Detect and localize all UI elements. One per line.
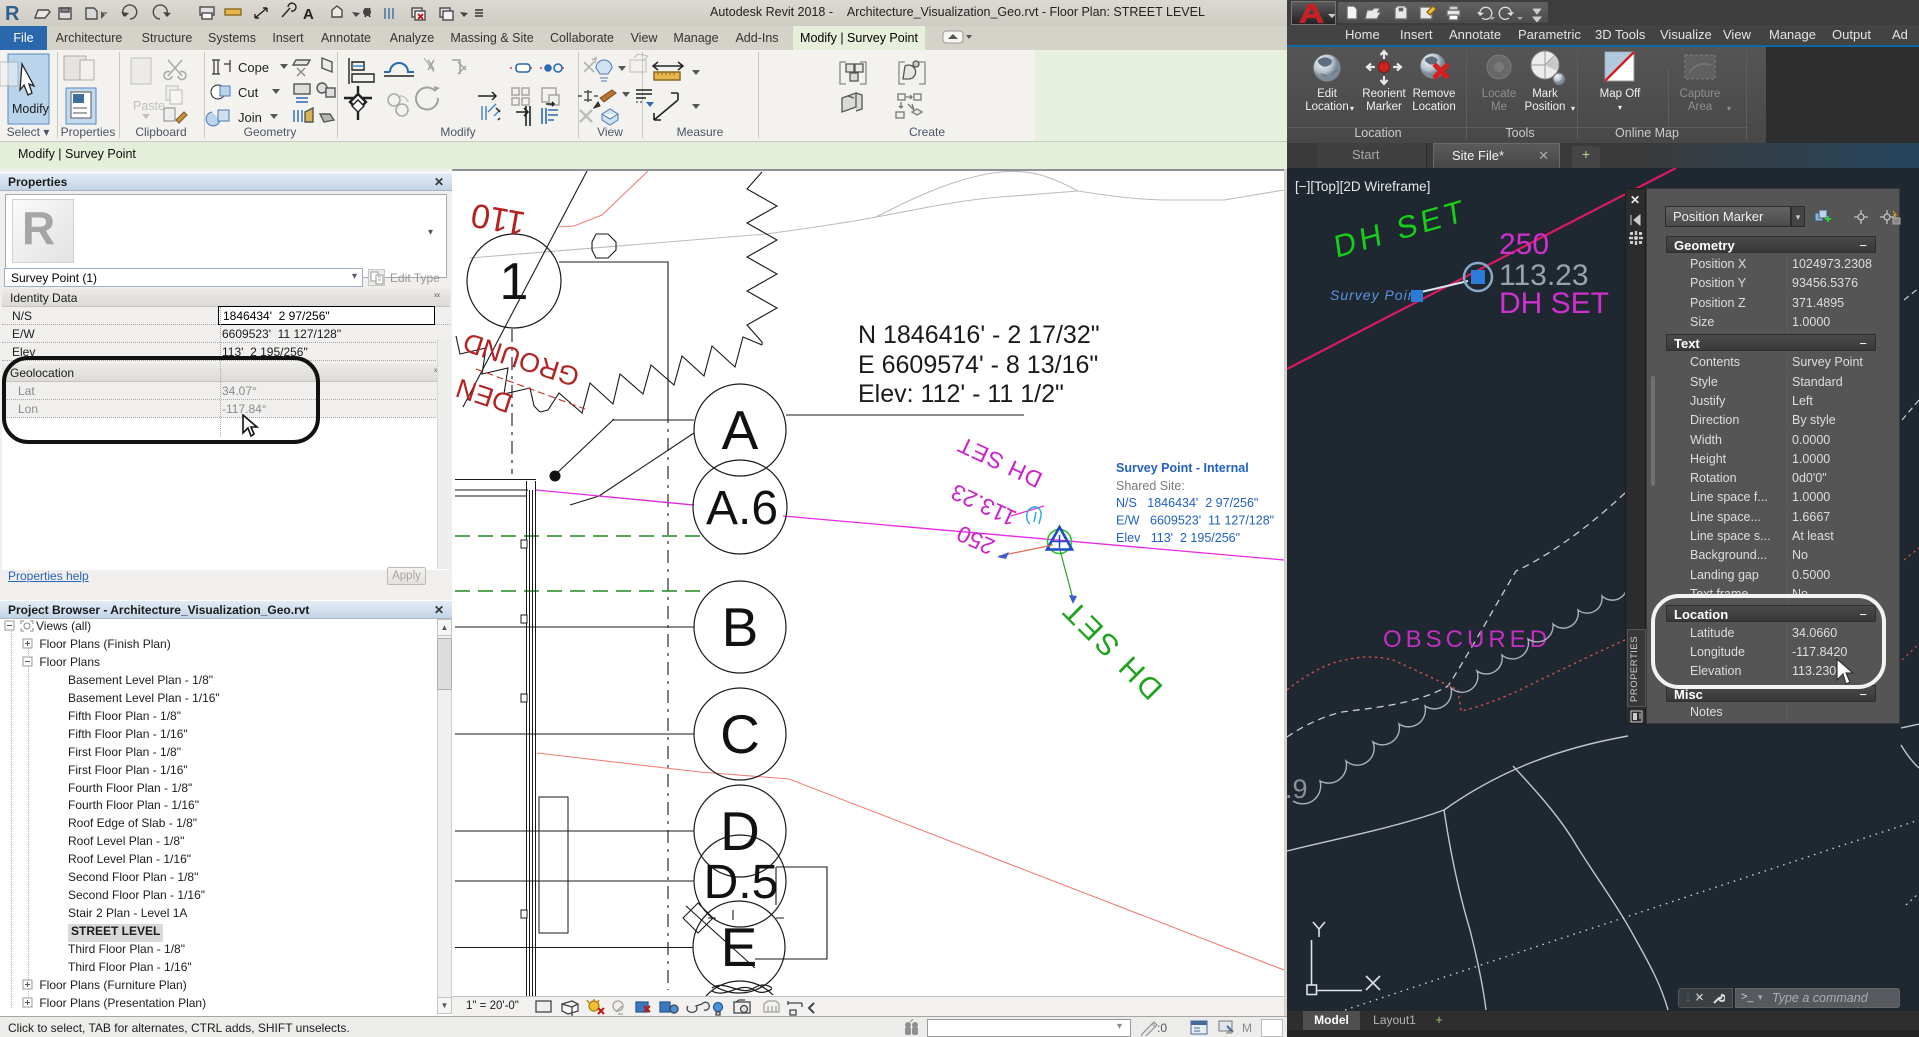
svg-text:D.5: D.5	[704, 856, 779, 909]
svg-text:Cut: Cut	[238, 85, 259, 100]
svg-text:C: C	[720, 703, 760, 765]
svg-text:Elev: 112' - 11 1/2": Elev: 112' - 11 1/2"	[858, 380, 1064, 408]
svg-text:R: R	[5, 3, 20, 25]
svg-text:DH SET: DH SET	[1499, 287, 1609, 320]
svg-text:Join: Join	[238, 110, 262, 125]
svg-text:Elev 113' 2 195/256": Elev 113' 2 195/256"	[1116, 531, 1240, 545]
svg-text:E 6609574' - 8 13/16": E 6609574' - 8 13/16"	[858, 351, 1098, 379]
svg-text:E: E	[721, 916, 758, 978]
svg-text:N/S 1846434' 2 97/256": N/S 1846434' 2 97/256"	[1116, 496, 1258, 510]
svg-text:A: A	[303, 6, 314, 23]
svg-text:N 1846416' - 2 17/32": N 1846416' - 2 17/32"	[858, 321, 1100, 349]
svg-text:A: A	[722, 399, 759, 461]
svg-text:9.9: 9.9	[1287, 774, 1308, 804]
svg-text:250: 250	[1499, 228, 1549, 261]
svg-text:E/W 6609523' 11 127/128": E/W 6609523' 11 127/128"	[1116, 514, 1274, 528]
svg-text:OBSCURED: OBSCURED	[1383, 626, 1551, 653]
svg-text:Survey Point - Internal: Survey Point - Internal	[1116, 461, 1249, 475]
svg-text:Modify: Modify	[12, 102, 50, 116]
svg-text:Cope: Cope	[238, 60, 269, 75]
svg-text:A.6: A.6	[706, 482, 778, 535]
svg-text:Shared Site:: Shared Site:	[1116, 479, 1185, 493]
svg-text:D: D	[720, 800, 760, 862]
svg-text:1: 1	[500, 253, 529, 311]
svg-text:Paste: Paste	[133, 99, 165, 113]
svg-text:B: B	[722, 596, 759, 658]
svg-text:Survey Point: Survey Point	[1330, 287, 1421, 303]
svg-text:[−][Top][2D Wireframe]: [−][Top][2D Wireframe]	[1295, 179, 1430, 194]
